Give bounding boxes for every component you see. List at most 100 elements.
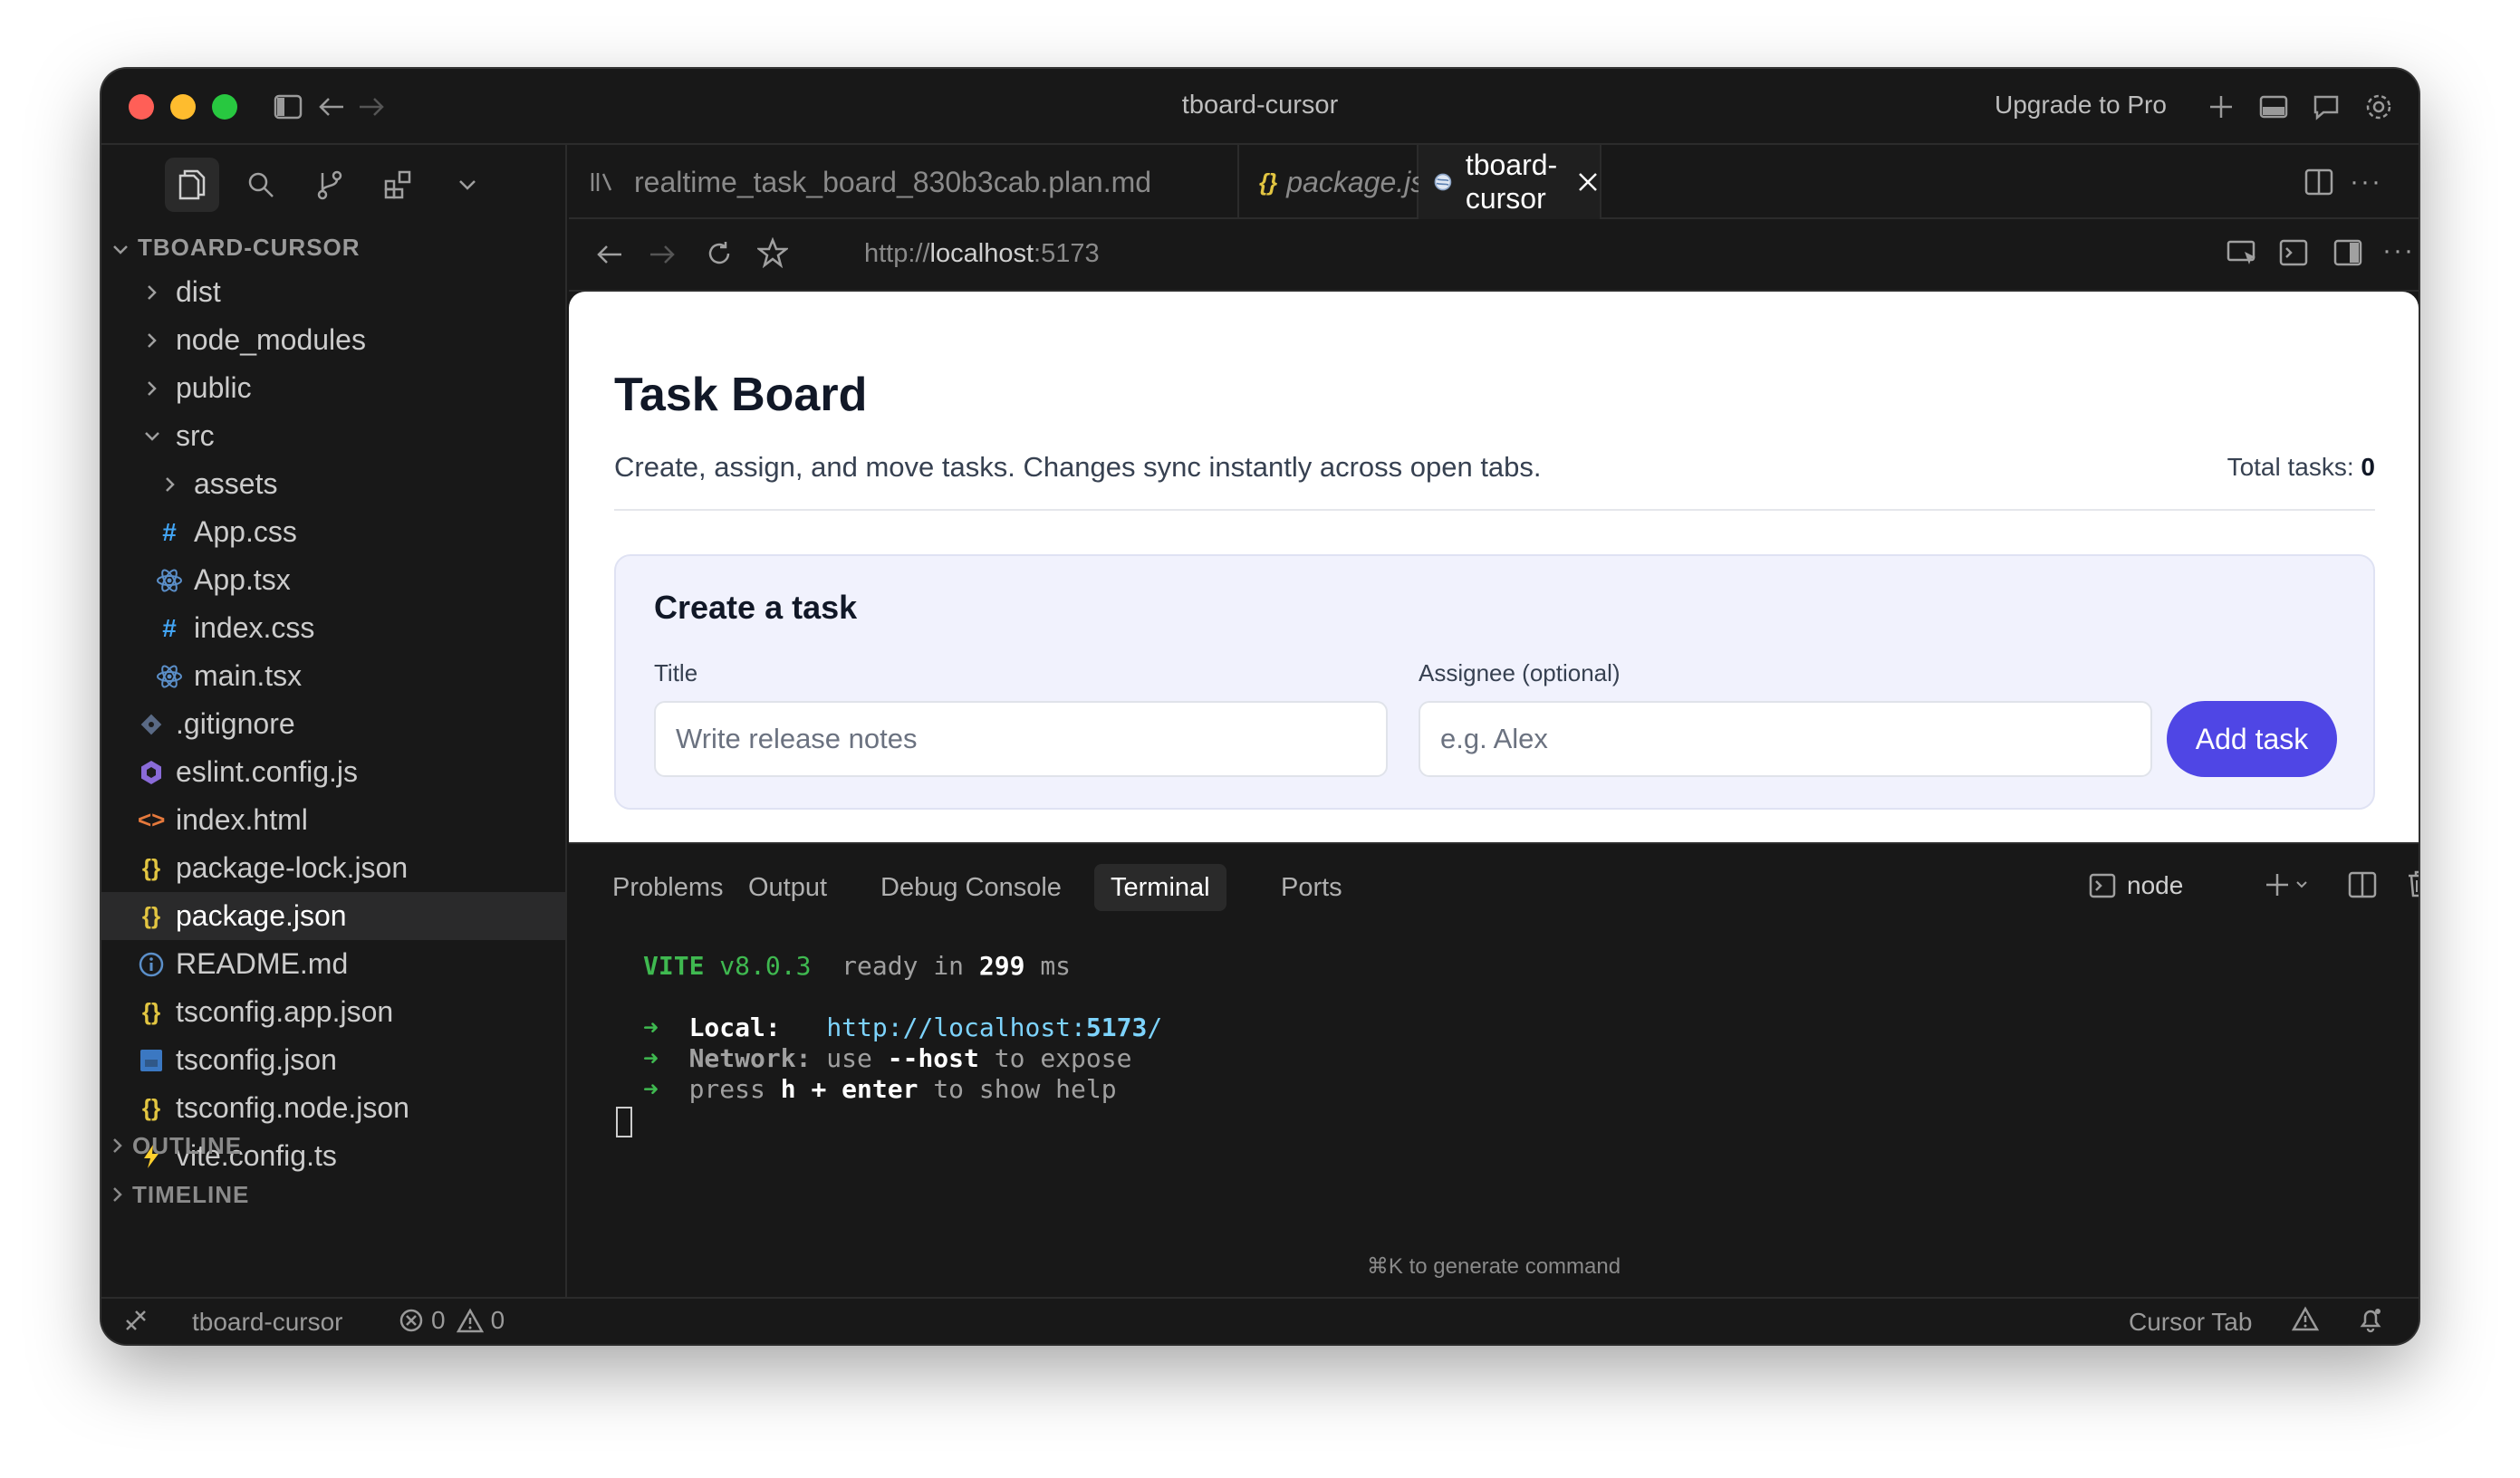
typescript-file-icon [140,1049,162,1071]
chevron-down-icon[interactable] [440,158,495,212]
problems-counter[interactable]: 0 0 [399,1306,505,1335]
arrow-icon: ➜ [643,1074,659,1104]
tab-problems[interactable]: Problems [596,864,740,911]
local-label: Local: [688,1013,781,1042]
file-tree: dist node_modules public src assets # Ap… [101,268,565,1180]
warning-triangle-icon [456,1308,484,1333]
tree-item-gitignore[interactable]: .gitignore [101,700,565,748]
explorer-root-header[interactable]: TBOARD-CURSOR [112,234,361,262]
tree-item-index-html[interactable]: <> index.html [101,796,565,844]
terminal-shell-selector[interactable]: node [2089,871,2183,900]
local-url-port: 5173 [1085,1013,1148,1042]
tab-output[interactable]: Output [732,864,843,911]
assignee-input[interactable] [1419,701,2152,777]
reload-icon[interactable] [705,239,734,273]
kill-terminal-trash-icon[interactable] [2406,869,2419,903]
json-file-icon: {} [141,854,161,881]
source-control-icon[interactable] [303,158,357,212]
tree-item-tsconfig-node-json[interactable]: {} tsconfig.node.json [101,1084,565,1132]
tree-item-eslint-config[interactable]: eslint.config.js [101,748,565,796]
tree-item-tsconfig-json[interactable]: tsconfig.json [101,1036,565,1084]
tree-item-label: tsconfig.app.json [176,995,394,1028]
terminal-line-network: ➜ Network: use --host to expose [643,1043,1131,1073]
chat-icon[interactable] [2304,85,2348,129]
tab-plan-md[interactable]: realtime_task_board_830b3cab.plan.md [569,145,1239,219]
close-tab-icon[interactable] [1574,168,1601,196]
tab-ports[interactable]: Ports [1265,864,1359,911]
json-file-icon: {} [141,998,161,1025]
title-bar: tboard-cursor Upgrade to Pro [101,69,2419,145]
toggle-panel-icon[interactable] [2252,85,2295,129]
tree-item-assets[interactable]: assets [101,460,565,508]
header-divider [614,509,2375,511]
files-icon[interactable] [165,158,219,212]
browser-forward-icon[interactable] [649,243,676,271]
tree-item-label: README.md [176,947,349,980]
generate-command-hint: ⌘K to generate command [1366,1254,1621,1279]
console-icon[interactable] [2279,239,2308,271]
notifications-bell-icon[interactable] [2357,1306,2384,1339]
remote-icon[interactable] [123,1308,149,1339]
add-task-button[interactable]: Add task [2167,701,2337,777]
browser-more-icon[interactable]: ··· [2382,235,2415,266]
tree-item-readme[interactable]: README.md [101,940,565,988]
side-panel-icon[interactable] [2333,239,2362,271]
tree-item-package-lock-json[interactable]: {} package-lock.json [101,844,565,892]
react-file-icon [157,568,182,592]
terminal-line-help: ➜ press h + enter to show help [643,1074,1117,1104]
status-project-name[interactable]: tboard-cursor [192,1308,343,1337]
tree-item-label: index.html [176,803,308,836]
url-bar[interactable]: http://localhost:5173 [864,239,1100,269]
settings-gear-icon[interactable] [2357,85,2400,129]
tree-item-main-tsx[interactable]: main.tsx [101,652,565,700]
terminal-line-vite: VITE v8.0.3 ready in 299 ms [643,951,1071,981]
timeline-header[interactable]: TIMELINE [112,1181,249,1209]
local-url[interactable]: http://localhost:5173/ [826,1013,1162,1042]
create-task-card: Create a task Title Assignee (optional) … [614,554,2375,810]
tree-item-node-modules[interactable]: node_modules [101,316,565,364]
status-bar: tboard-cursor 0 0 Cursor Tab [101,1297,2419,1344]
warning-icon[interactable] [2291,1306,2320,1338]
css-file-icon: # [162,517,177,546]
network-flag: --host [887,1043,979,1073]
extensions-icon[interactable] [371,158,426,212]
tree-item-label: assets [194,467,278,500]
tree-item-app-css[interactable]: # App.css [101,508,565,556]
split-terminal-icon[interactable] [2348,871,2377,903]
create-task-heading: Create a task [654,589,858,626]
press-keys: h + enter [780,1074,919,1104]
tree-item-label: node_modules [176,323,366,356]
bookmark-star-icon[interactable] [755,236,790,273]
tree-item-dist[interactable]: dist [101,268,565,316]
task-title-input[interactable] [654,701,1388,777]
tab-package-json[interactable]: {} package.json [1239,145,1457,219]
ready-text: ready in [842,951,965,981]
error-circle-icon [399,1309,423,1332]
tree-item-public[interactable]: public [101,364,565,412]
split-editor-icon[interactable] [2304,168,2333,200]
select-element-icon[interactable] [2227,239,2259,273]
cursor-tab-status[interactable]: Cursor Tab [2129,1308,2252,1337]
browser-back-icon[interactable] [596,243,623,271]
tree-item-tsconfig-app-json[interactable]: {} tsconfig.app.json [101,988,565,1036]
plus-icon[interactable] [2199,85,2243,129]
more-actions-icon[interactable]: ··· [2350,167,2382,197]
tree-item-label: main.tsx [194,659,303,692]
tree-item-app-tsx[interactable]: App.tsx [101,556,565,604]
tab-debug-console[interactable]: Debug Console [864,864,1078,911]
search-icon[interactable] [234,158,288,212]
tree-item-label: src [176,419,215,452]
outline-header[interactable]: OUTLINE [112,1132,242,1160]
json-file-icon: {} [141,902,161,929]
new-terminal-icon[interactable] [2265,871,2312,903]
upgrade-to-pro-link[interactable]: Upgrade to Pro [1995,91,2167,120]
tree-item-index-css[interactable]: # index.css [101,604,565,652]
tree-item-src[interactable]: src [101,412,565,460]
react-file-icon [157,664,182,688]
tree-item-package-json[interactable]: {} package.json [101,892,565,940]
timeline-label: TIMELINE [132,1181,250,1208]
chevron-right-icon [166,476,175,492]
tree-item-label: App.css [194,515,297,548]
tab-terminal[interactable]: Terminal [1094,864,1226,911]
chevron-right-icon [148,332,157,348]
